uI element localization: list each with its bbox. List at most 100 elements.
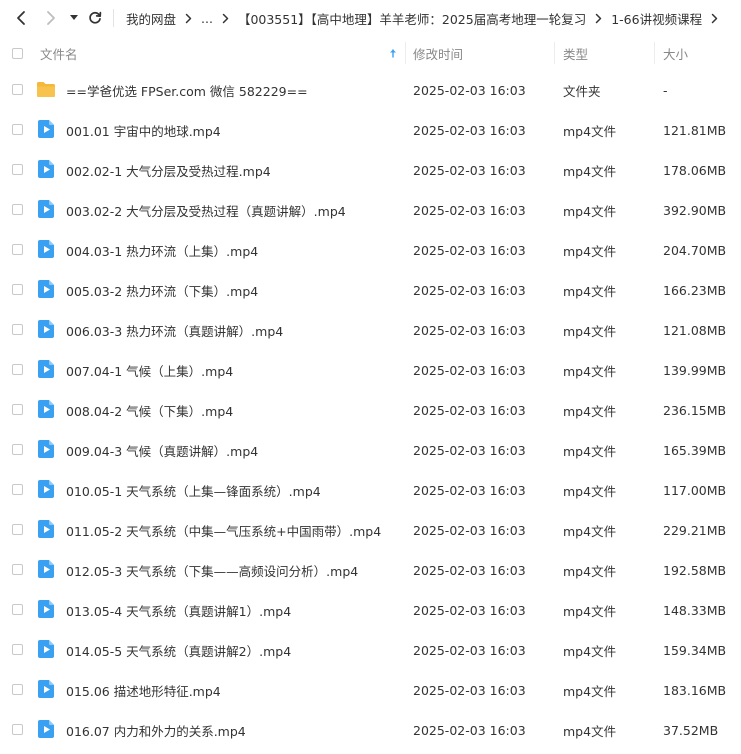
row-checkbox[interactable] bbox=[12, 564, 23, 575]
file-name: 001.01 宇宙中的地球.mp4 bbox=[66, 123, 221, 139]
breadcrumb-separator-icon bbox=[185, 13, 192, 24]
row-checkbox[interactable] bbox=[12, 204, 23, 215]
row-checkbox[interactable] bbox=[12, 364, 23, 375]
file-size: 392.90MB bbox=[663, 202, 727, 218]
file-row[interactable]: 012.05-3 天气系统（下集——高频设问分析）.mp4 2025-02-03 … bbox=[0, 550, 741, 590]
file-modified-time: 2025-02-03 16:03 bbox=[413, 202, 526, 218]
file-size: 121.08MB bbox=[663, 322, 727, 338]
file-name: 007.04-1 气候（上集）.mp4 bbox=[66, 363, 234, 379]
video-file-icon bbox=[36, 159, 56, 179]
column-divider[interactable] bbox=[405, 42, 406, 64]
file-row[interactable]: 009.04-3 气候（真题讲解）.mp4 2025-02-03 16:03 mp4… bbox=[0, 430, 741, 470]
refresh-icon bbox=[89, 11, 102, 24]
file-modified-time: 2025-02-03 16:03 bbox=[413, 442, 526, 458]
column-divider[interactable] bbox=[554, 42, 555, 64]
column-time-header[interactable]: 修改时间 bbox=[413, 36, 463, 70]
forward-button[interactable] bbox=[42, 8, 60, 28]
column-type-header[interactable]: 类型 bbox=[563, 36, 588, 70]
file-row[interactable]: 008.04-2 气候（下集）.mp4 2025-02-03 16:03 mp4文件… bbox=[0, 390, 741, 430]
file-modified-time: 2025-02-03 16:03 bbox=[413, 322, 526, 338]
file-name: 013.05-4 天气系统（真题讲解1）.mp4 bbox=[66, 603, 292, 619]
file-size: 117.00MB bbox=[663, 482, 727, 498]
row-checkbox[interactable] bbox=[12, 324, 23, 335]
file-row[interactable]: 014.05-5 天气系统（真题讲解2）.mp4 2025-02-03 16:03… bbox=[0, 630, 741, 670]
chevron-left-icon bbox=[17, 11, 25, 25]
row-checkbox[interactable] bbox=[12, 684, 23, 695]
file-type: 文件夹 bbox=[563, 83, 601, 99]
file-type: mp4文件 bbox=[563, 323, 617, 339]
video-file-icon bbox=[36, 559, 56, 579]
file-row[interactable]: 013.05-4 天气系统（真题讲解1）.mp4 2025-02-03 16:03… bbox=[0, 590, 741, 630]
video-file-icon bbox=[36, 359, 56, 379]
video-file-icon bbox=[36, 519, 56, 539]
file-size: 204.70MB bbox=[663, 242, 727, 258]
file-size: 236.15MB bbox=[663, 402, 727, 418]
file-modified-time: 2025-02-03 16:03 bbox=[413, 122, 526, 138]
row-checkbox[interactable] bbox=[12, 444, 23, 455]
file-row[interactable]: ==学爸优选 FPSer.com 微信 582229== 2025-02-03 1… bbox=[0, 70, 741, 110]
file-size: 229.21MB bbox=[663, 522, 727, 538]
file-size: 159.34MB bbox=[663, 642, 727, 658]
file-row[interactable]: 005.03-2 热力环流（下集）.mp4 2025-02-03 16:03 mp4… bbox=[0, 270, 741, 310]
video-file-icon bbox=[36, 279, 56, 299]
row-checkbox[interactable] bbox=[12, 404, 23, 415]
file-type: mp4文件 bbox=[563, 603, 617, 619]
breadcrumb-separator-icon bbox=[711, 13, 718, 24]
file-type: mp4文件 bbox=[563, 723, 617, 739]
crumb-video-folder[interactable]: 1-66讲视频课程 bbox=[611, 9, 702, 28]
row-checkbox[interactable] bbox=[12, 284, 23, 295]
file-row[interactable]: 016.07 内力和外力的关系.mp4 2025-02-03 16:03 mp4文件… bbox=[0, 710, 741, 750]
file-row[interactable]: 004.03-1 热力环流（上集）.mp4 2025-02-03 16:03 mp4… bbox=[0, 230, 741, 270]
refresh-button[interactable] bbox=[86, 8, 104, 28]
row-checkbox[interactable] bbox=[12, 164, 23, 175]
file-name: 011.05-2 天气系统（中集—气压系统+中国雨带）.mp4 bbox=[66, 523, 382, 539]
video-file-icon bbox=[36, 639, 56, 659]
column-name-header[interactable]: 文件名 bbox=[40, 36, 78, 70]
file-type: mp4文件 bbox=[563, 403, 617, 419]
file-row[interactable]: 010.05-1 天气系统（上集—锋面系统）.mp4 2025-02-03 16:… bbox=[0, 470, 741, 510]
select-all-checkbox[interactable] bbox=[12, 48, 23, 59]
row-checkbox[interactable] bbox=[12, 524, 23, 535]
file-name: 005.03-2 热力环流（下集）.mp4 bbox=[66, 283, 259, 299]
crumb-course-folder[interactable]: 【003551】【高中地理】羊羊老师：2025届高考地理一轮复习 bbox=[238, 9, 586, 28]
file-row[interactable]: 015.06 描述地形特征.mp4 2025-02-03 16:03 mp4文件 18… bbox=[0, 670, 741, 710]
file-row[interactable]: 011.05-2 天气系统（中集—气压系统+中国雨带）.mp4 2025-02-0… bbox=[0, 510, 741, 550]
file-size: 121.81MB bbox=[663, 122, 727, 138]
row-checkbox[interactable] bbox=[12, 84, 23, 95]
row-checkbox[interactable] bbox=[12, 604, 23, 615]
row-checkbox[interactable] bbox=[12, 124, 23, 135]
row-checkbox[interactable] bbox=[12, 644, 23, 655]
column-type-label: 类型 bbox=[563, 46, 589, 62]
column-name-label: 文件名 bbox=[40, 46, 78, 62]
sort-arrow[interactable] bbox=[389, 36, 397, 70]
file-size: - bbox=[663, 82, 668, 98]
crumb-ellipsis[interactable]: ... bbox=[201, 11, 213, 26]
row-checkbox[interactable] bbox=[12, 724, 23, 735]
file-modified-time: 2025-02-03 16:03 bbox=[413, 522, 526, 538]
crumb-my-drive[interactable]: 我的网盘 bbox=[126, 9, 176, 28]
file-row[interactable]: 007.04-1 气候（上集）.mp4 2025-02-03 16:03 mp4文件… bbox=[0, 350, 741, 390]
file-row[interactable]: 001.01 宇宙中的地球.mp4 2025-02-03 16:03 mp4文件 12… bbox=[0, 110, 741, 150]
file-size: 37.52MB bbox=[663, 722, 719, 738]
column-time-label: 修改时间 bbox=[413, 46, 464, 62]
row-checkbox[interactable] bbox=[12, 244, 23, 255]
row-checkbox[interactable] bbox=[12, 484, 23, 495]
file-modified-time: 2025-02-03 16:03 bbox=[413, 642, 526, 658]
file-row[interactable]: 003.02-2 大气分层及受热过程（真题讲解）.mp4 2025-02-03 1… bbox=[0, 190, 741, 230]
toolbar: 我的网盘... 【003551】【高中地理】羊羊老师：2025届高考地理一轮复习 1… bbox=[0, 0, 741, 36]
history-dropdown-button[interactable] bbox=[68, 8, 80, 28]
column-size-header[interactable]: 大小 bbox=[663, 36, 688, 70]
column-divider[interactable] bbox=[654, 42, 655, 64]
file-row[interactable]: 006.03-3 热力环流（真题讲解）.mp4 2025-02-03 16:03 m… bbox=[0, 310, 741, 350]
file-name: 004.03-1 热力环流（上集）.mp4 bbox=[66, 243, 259, 259]
file-size: 165.39MB bbox=[663, 442, 727, 458]
file-row[interactable]: 002.02-1 大气分层及受热过程.mp4 2025-02-03 16:03 mp… bbox=[0, 150, 741, 190]
video-file-icon bbox=[36, 719, 56, 739]
video-file-icon bbox=[36, 119, 56, 139]
file-type: mp4文件 bbox=[563, 683, 617, 699]
breadcrumb-separator-icon bbox=[222, 13, 229, 24]
back-button[interactable] bbox=[12, 8, 30, 28]
video-file-icon bbox=[36, 439, 56, 459]
breadcrumb: 我的网盘... 【003551】【高中地理】羊羊老师：2025届高考地理一轮复习 1… bbox=[126, 0, 727, 36]
file-size: 183.16MB bbox=[663, 682, 727, 698]
